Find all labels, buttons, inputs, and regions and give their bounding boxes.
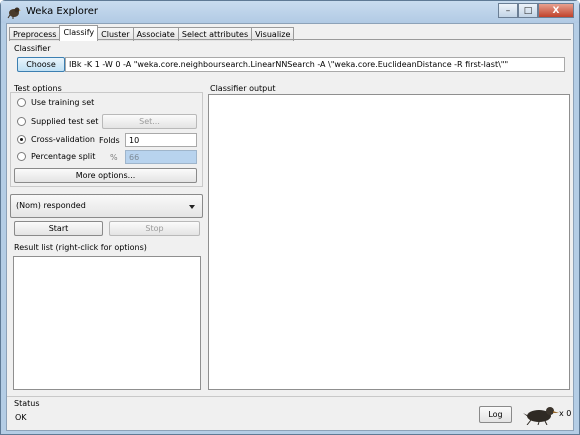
classifier-section-label: Classifier (14, 44, 51, 53)
more-options-button[interactable]: More options... (14, 168, 197, 183)
choose-classifier-button[interactable]: Choose (17, 57, 65, 72)
folds-input[interactable]: 10 (125, 133, 197, 147)
cross-validation-option[interactable]: Cross-validation (17, 135, 95, 144)
folds-label: Folds (99, 136, 120, 145)
cross-validation-label: Cross-validation (31, 135, 95, 144)
classifier-output-panel[interactable] (208, 94, 570, 390)
classifier-output-label: Classifier output (210, 84, 276, 93)
percentage-split-input[interactable]: 66 (125, 150, 197, 164)
use-training-set-radio[interactable] (17, 98, 26, 107)
chevron-down-icon (189, 205, 195, 209)
status-divider (7, 396, 573, 397)
use-training-set-label: Use training set (31, 98, 95, 107)
tab-classify[interactable]: Classify (59, 25, 99, 41)
app-window: Weka Explorer – □ X Preprocess Classify … (0, 0, 580, 435)
class-attribute-value: (Nom) responded (16, 201, 86, 210)
percentage-split-radio[interactable] (17, 152, 26, 161)
explorer-content: Preprocess Classify Cluster Associate Se… (6, 23, 574, 431)
weka-bird-icon (7, 7, 21, 19)
start-button[interactable]: Start (14, 221, 103, 236)
percentage-split-label: Percentage split (31, 152, 96, 161)
stop-button[interactable]: Stop (109, 221, 200, 236)
title-bar[interactable]: Weka Explorer – □ X (1, 1, 579, 23)
weka-bird-icon (523, 407, 559, 425)
window-title: Weka Explorer (26, 6, 99, 17)
result-list-panel[interactable] (13, 256, 201, 390)
log-button[interactable]: Log (479, 406, 512, 423)
use-training-set-option[interactable]: Use training set (17, 98, 94, 107)
minimize-button[interactable]: – (498, 3, 518, 18)
supplied-test-set-option[interactable]: Supplied test set (17, 117, 98, 126)
status-section-label: Status (14, 399, 40, 408)
supplied-test-set-label: Supplied test set (31, 117, 99, 126)
percent-label: % (110, 153, 118, 162)
classifier-config-field[interactable]: IBk -K 1 -W 0 -A "weka.core.neighboursea… (65, 57, 565, 72)
result-list-label: Result list (right-click for options) (14, 243, 147, 252)
cross-validation-radio[interactable] (17, 135, 26, 144)
status-text: OK (15, 413, 27, 422)
maximize-button[interactable]: □ (518, 3, 538, 18)
supplied-test-set-radio[interactable] (17, 117, 26, 126)
task-count: x 0 (559, 409, 572, 418)
class-attribute-select[interactable]: (Nom) responded (10, 194, 203, 218)
set-test-set-button[interactable]: Set... (102, 114, 197, 129)
percentage-split-option[interactable]: Percentage split (17, 152, 95, 161)
close-button[interactable]: X (538, 3, 574, 18)
